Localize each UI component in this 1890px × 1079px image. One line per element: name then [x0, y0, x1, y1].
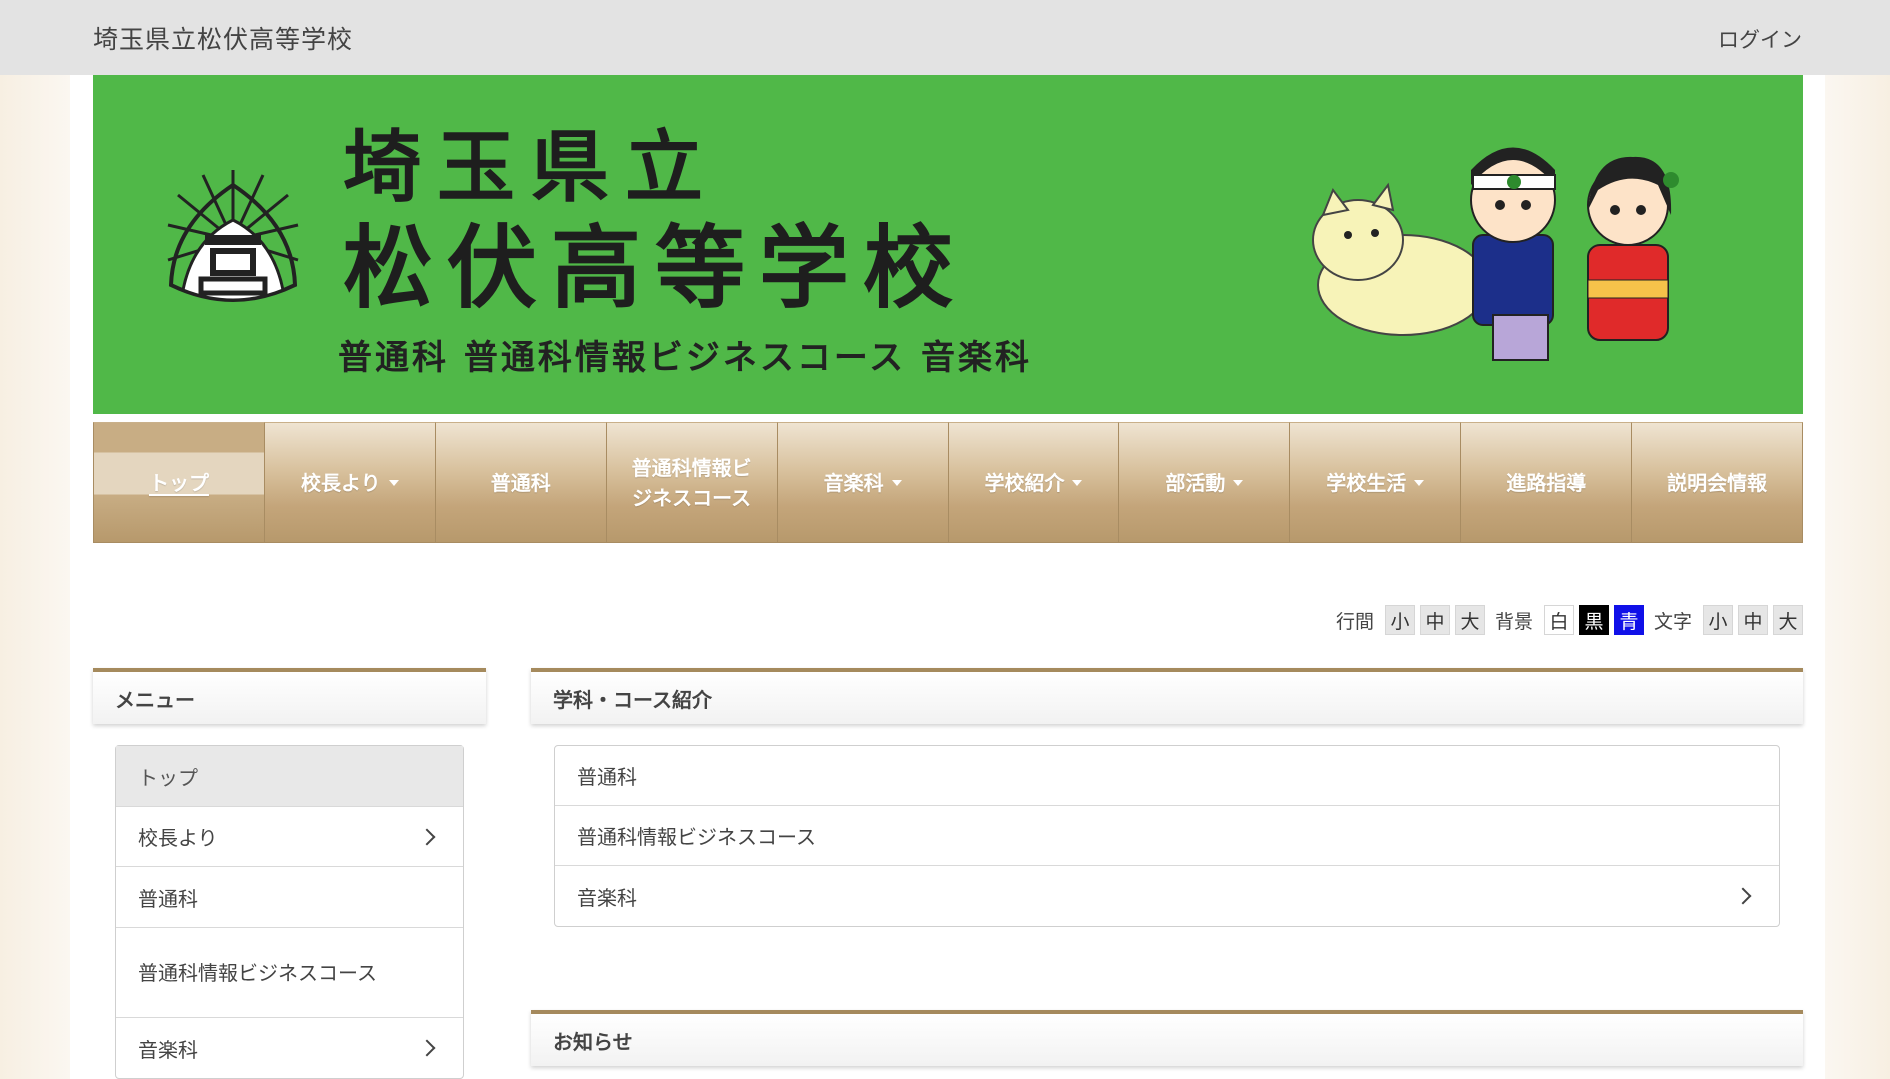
course-item-label: 普通科: [577, 765, 637, 789]
top-bar: 埼玉県立松伏高等学校 ログイン: [0, 0, 1890, 75]
nav-general-course[interactable]: 普通科: [435, 422, 607, 543]
sidebar-item-principal[interactable]: 校長より: [116, 807, 463, 867]
nav-label: 音楽科: [823, 470, 884, 495]
bg-blue-button[interactable]: 青: [1613, 605, 1644, 635]
nav-label: 進路指導: [1506, 470, 1587, 495]
banner-courses-text: 普通科 普通科情報ビジネスコース 音楽科: [338, 338, 1032, 378]
chevron-right-icon: [418, 1039, 436, 1057]
caret-down-icon: [388, 479, 399, 486]
bg-black-button[interactable]: 黒: [1578, 605, 1609, 635]
sidebar-menu-title: メニュー: [115, 688, 195, 712]
sidebar-item-label: 普通科: [138, 886, 198, 911]
school-banner[interactable]: 埼玉県立 松伏高等学校 普通科 普通科情報ビジネスコース 音楽科: [93, 75, 1803, 414]
nav-label: 学校生活: [1326, 470, 1407, 495]
text-size-label: 文字: [1653, 610, 1692, 633]
mascot-characters-icon: [1312, 147, 1679, 361]
courses-panel-header: 学科・コース紹介: [531, 668, 1803, 724]
site-title[interactable]: 埼玉県立松伏高等学校: [93, 20, 353, 56]
nav-school-life[interactable]: 学校生活: [1290, 422, 1462, 543]
nav-label: 部活動: [1165, 470, 1226, 495]
accessibility-controls: 行間 小 中 大 背景 白 黒 青 文字 小 中 大: [1326, 605, 1803, 635]
nav-school-intro[interactable]: 学校紹介: [948, 422, 1120, 543]
login-link[interactable]: ログイン: [1718, 24, 1802, 54]
global-nav: トップ 校長より 普通科 普通科情報ビジネスコース 音楽科 学校紹介 部活動 学…: [93, 422, 1804, 543]
nav-label: 普通科: [490, 470, 551, 495]
nav-label: 説明会情報: [1667, 470, 1768, 495]
text-small-button[interactable]: 小: [1703, 605, 1733, 635]
text-medium-button[interactable]: 中: [1738, 605, 1768, 635]
course-item-label: 普通科情報ビジネスコース: [577, 825, 816, 849]
sidebar-item-label: 音楽科: [138, 1037, 198, 1062]
sidebar-item-label: トップ: [138, 765, 198, 790]
school-emblem-icon: [167, 170, 299, 302]
line-spacing-label: 行間: [1335, 610, 1374, 633]
caret-down-icon: [1072, 479, 1083, 486]
sidebar-item-top[interactable]: トップ: [116, 746, 463, 807]
sidebar-item-label: 校長より: [138, 826, 218, 850]
nav-label: 学校紹介: [984, 470, 1065, 495]
sidebar-item-business-course[interactable]: 普通科情報ビジネスコース: [116, 928, 463, 1018]
line-spacing-large-button[interactable]: 大: [1454, 605, 1485, 635]
nav-music-course[interactable]: 音楽科: [777, 422, 949, 543]
nav-info-sessions[interactable]: 説明会情報: [1632, 422, 1804, 543]
chevron-right-icon: [418, 828, 436, 845]
news-panel-header: お知らせ: [531, 1010, 1803, 1066]
course-item-music[interactable]: 音楽科: [555, 866, 1779, 926]
course-item-business[interactable]: 普通科情報ビジネスコース: [555, 806, 1779, 866]
sidebar-menu-list: トップ 校長より 普通科 普通科情報ビジネスコース 音楽科: [115, 745, 464, 1079]
sidebar-menu-header: メニュー: [93, 668, 486, 724]
course-item-general[interactable]: 普通科: [555, 746, 1779, 806]
line-spacing-medium-button[interactable]: 中: [1419, 605, 1450, 635]
caret-down-icon: [1233, 479, 1244, 486]
bg-white-button[interactable]: 白: [1543, 605, 1574, 635]
nav-label: 普通科情報ビジネスコース: [631, 455, 752, 510]
sidebar-item-general-course[interactable]: 普通科: [116, 867, 463, 928]
courses-list: 普通科 普通科情報ビジネスコース 音楽科: [554, 745, 1780, 927]
chevron-right-icon: [1734, 887, 1752, 905]
courses-panel-title: 学科・コース紹介: [553, 688, 712, 712]
caret-down-icon: [1414, 479, 1425, 486]
nav-principal[interactable]: 校長より: [264, 422, 436, 543]
nav-club-activities[interactable]: 部活動: [1119, 422, 1291, 543]
nav-career-guidance[interactable]: 進路指導: [1461, 422, 1633, 543]
news-panel-title: お知らせ: [553, 1030, 633, 1054]
nav-top[interactable]: トップ: [93, 422, 265, 543]
course-item-label: 音楽科: [577, 885, 637, 910]
sidebar-item-label: 普通科情報ビジネスコース: [138, 960, 377, 985]
banner-school-name: 松伏高等学校: [343, 215, 967, 321]
sidebar-item-music-course[interactable]: 音楽科: [116, 1018, 463, 1078]
line-spacing-small-button[interactable]: 小: [1384, 605, 1415, 635]
nav-business-course[interactable]: 普通科情報ビジネスコース: [606, 422, 778, 543]
caret-down-icon: [891, 479, 902, 486]
nav-label: トップ: [148, 470, 209, 495]
background-label: 背景: [1494, 610, 1533, 633]
nav-label: 校長より: [301, 470, 381, 495]
text-large-button[interactable]: 大: [1773, 605, 1803, 635]
